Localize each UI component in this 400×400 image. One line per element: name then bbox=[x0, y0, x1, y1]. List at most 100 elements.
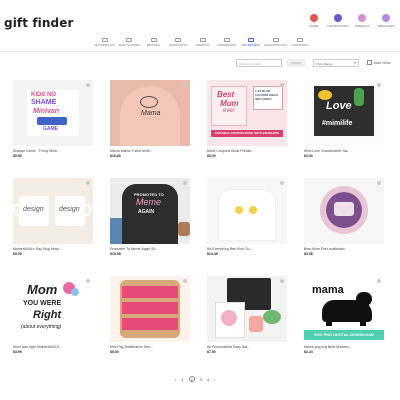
top-nav-icons: HOME NOTIFICATION WISHLIST MESSAGES bbox=[304, 14, 396, 28]
product-price: $3.99 bbox=[13, 350, 22, 354]
heart-icon[interactable] bbox=[86, 279, 90, 283]
product-price: $3.95 bbox=[304, 252, 313, 256]
nav-home[interactable]: HOME bbox=[304, 14, 324, 28]
product-card[interactable]: mama SVG PNG DIGITAL DOWNLOAD Mama png s… bbox=[304, 276, 384, 354]
product-card[interactable]: All Personalized Easy Nat... $7.50 bbox=[207, 276, 287, 354]
pagination-current-page[interactable]: 2 bbox=[188, 376, 195, 382]
product-price: $2.24 bbox=[304, 350, 313, 354]
product-card[interactable]: Mini Png Sublimation Des... $5.00 bbox=[110, 276, 190, 354]
nav-messages[interactable]: MESSAGES bbox=[376, 14, 396, 28]
product-image[interactable]: PROMOTED TO Meme AGAIN bbox=[110, 178, 190, 244]
product-card[interactable]: Love #mimilife Mimi Love Grandmother Sw.… bbox=[304, 80, 384, 158]
site-logo[interactable]: gift finder bbox=[4, 16, 73, 30]
heart-icon[interactable] bbox=[86, 83, 90, 87]
heart-icon[interactable] bbox=[280, 181, 284, 185]
product-image[interactable]: design design bbox=[13, 178, 93, 244]
product-title[interactable]: Mama png svg Bear Mothers... bbox=[304, 345, 384, 349]
product-price: $19.98 bbox=[110, 252, 121, 256]
pagination-prev[interactable]: ‹ bbox=[175, 377, 176, 382]
product-image[interactable] bbox=[207, 178, 287, 244]
nav-home-label: HOME bbox=[309, 24, 319, 28]
product-image[interactable]: KIDS NO SHAME Minivan GAME bbox=[13, 80, 93, 146]
product-price: $14.49 bbox=[207, 252, 218, 256]
nav-notification-label: NOTIFICATION bbox=[327, 24, 349, 28]
product-card[interactable]: Best Mum ever 1 X4 BLUR COUPON IDEAS INC… bbox=[207, 80, 287, 158]
search-button[interactable]: Search bbox=[287, 58, 305, 67]
nav-notification[interactable]: NOTIFICATION bbox=[328, 14, 348, 28]
heart-icon[interactable] bbox=[377, 181, 381, 185]
product-price: $3.00 bbox=[304, 154, 313, 158]
product-title[interactable]: Be Everything Bee Kind Gu... bbox=[207, 247, 287, 251]
category-christmas[interactable]: CHRISTMAS bbox=[290, 38, 310, 50]
pagination-page[interactable]: 1 bbox=[181, 377, 183, 382]
product-card[interactable]: PROMOTED TO Meme AGAIN Promoted To Meme … bbox=[110, 178, 190, 256]
product-title[interactable]: Minivan Game - Funny Moth... bbox=[13, 149, 93, 153]
heart-icon[interactable] bbox=[183, 181, 187, 185]
product-card[interactable]: Best Mom Ever sublimatio... $3.95 bbox=[304, 178, 384, 256]
product-card[interactable]: Mom YOU WERE Right (about everything) Mo… bbox=[13, 276, 93, 354]
product-image[interactable] bbox=[207, 276, 287, 342]
product-image[interactable]: Mom YOU WERE Right (about everything) bbox=[13, 276, 93, 342]
product-title[interactable]: Mama Mama T-shirt Moth... bbox=[110, 149, 190, 153]
product-title[interactable]: Best Mom Ever sublimatio... bbox=[304, 247, 384, 251]
more-views-toggle[interactable]: More Views bbox=[367, 60, 391, 65]
product-card[interactable]: KIDS NO SHAME Minivan GAME Minivan Game … bbox=[13, 80, 93, 158]
search-input[interactable]: Find your results bbox=[236, 58, 282, 67]
product-title[interactable]: All Personalized Easy Nat... bbox=[207, 345, 287, 349]
category-mothers-day[interactable]: MOTHERS DAY bbox=[95, 38, 115, 50]
bell-icon bbox=[334, 14, 342, 22]
product-title[interactable]: Mimi Love Grandmother Sw... bbox=[304, 149, 384, 153]
category-icon bbox=[102, 38, 108, 42]
heart-icon[interactable] bbox=[280, 279, 284, 283]
product-image[interactable]: Love #mimilife bbox=[304, 80, 384, 146]
category-birthday[interactable]: BIRTHDAY bbox=[144, 38, 164, 50]
product-image[interactable]: Best Mum ever 1 X4 BLUR COUPON IDEAS INC… bbox=[207, 80, 287, 146]
product-title[interactable]: Mini Png Sublimation Des... bbox=[110, 345, 190, 349]
product-card[interactable]: Be Everything Bee Kind Gu... $14.49 bbox=[207, 178, 287, 256]
category-label: BABY SHOWER bbox=[118, 43, 140, 47]
product-card[interactable]: Mama Mama Mama T-shirt Moth... $19.83 bbox=[110, 80, 190, 158]
nav-messages-label: MESSAGES bbox=[377, 24, 395, 28]
price-range-select[interactable]: Price Range bbox=[313, 58, 359, 67]
product-title[interactable]: Promoted To Meme Again Sh... bbox=[110, 247, 190, 251]
heart-icon[interactable] bbox=[377, 279, 381, 283]
nav-divider bbox=[0, 51, 400, 52]
pagination-page[interactable]: 4 bbox=[207, 377, 209, 382]
chat-icon bbox=[382, 14, 390, 22]
category-graduation[interactable]: GRADUATION bbox=[168, 38, 188, 50]
category-label: MOTHERS DAY bbox=[94, 43, 116, 47]
heart-icon[interactable] bbox=[377, 83, 381, 87]
nav-wishlist[interactable]: WISHLIST bbox=[352, 14, 372, 28]
heart-icon[interactable] bbox=[280, 83, 284, 87]
category-icon bbox=[297, 38, 303, 42]
category-retirement[interactable]: RETIREMENT bbox=[241, 38, 261, 50]
checkbox[interactable] bbox=[367, 60, 372, 65]
category-icon bbox=[272, 38, 279, 42]
pagination-page[interactable]: 3 bbox=[200, 377, 202, 382]
product-image[interactable]: mama SVG PNG DIGITAL DOWNLOAD bbox=[304, 276, 384, 342]
category-icon bbox=[248, 38, 255, 42]
category-label: ANNIVERSARY bbox=[216, 43, 237, 47]
category-icon bbox=[126, 38, 133, 42]
product-image[interactable]: Mama bbox=[110, 80, 190, 146]
product-title[interactable]: MUM Coupons Book Printab... bbox=[207, 149, 287, 153]
category-label: RETIREMENT bbox=[242, 43, 261, 47]
heart-icon[interactable] bbox=[183, 279, 187, 283]
product-image[interactable] bbox=[304, 178, 384, 244]
product-price: $5.00 bbox=[207, 154, 216, 158]
product-title[interactable]: Mom was right Mother&#39;S... bbox=[13, 345, 93, 349]
heart-icon[interactable] bbox=[183, 83, 187, 87]
category-wedding[interactable]: WEDDING bbox=[193, 38, 213, 50]
heart-icon[interactable] bbox=[86, 181, 90, 185]
category-valentines-day[interactable]: VALENTINES DAY bbox=[263, 38, 288, 50]
product-image[interactable] bbox=[110, 276, 190, 342]
category-anniversary[interactable]: ANNIVERSARY bbox=[217, 38, 237, 50]
category-label: WEDDING bbox=[195, 43, 210, 47]
product-card[interactable]: design design Mother&#39;s Day Mug Mock.… bbox=[13, 178, 93, 256]
category-label: VALENTINES DAY bbox=[263, 43, 288, 47]
product-price: $5.00 bbox=[110, 350, 119, 354]
category-baby-shower[interactable]: BABY SHOWER bbox=[118, 38, 140, 50]
category-icon bbox=[199, 38, 206, 42]
pagination-next[interactable]: › bbox=[214, 377, 215, 382]
product-title[interactable]: Mother&#39;s Day Mug Mock... bbox=[13, 247, 93, 251]
